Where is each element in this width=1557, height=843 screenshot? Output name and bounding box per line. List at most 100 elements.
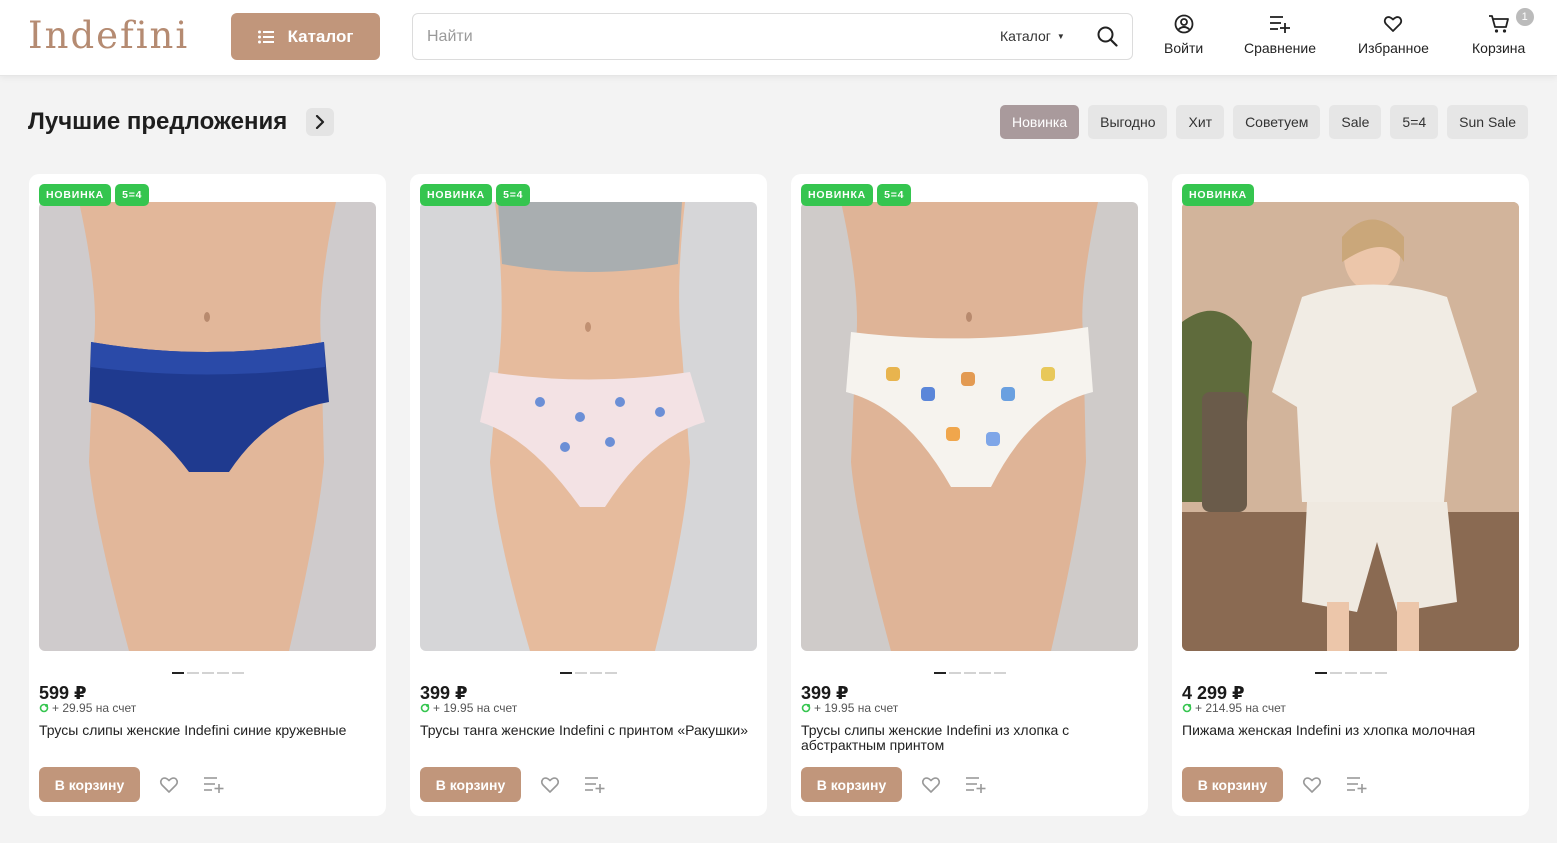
pagination-dot[interactable]	[201, 672, 214, 674]
pagination-dot[interactable]	[575, 672, 587, 674]
product-card[interactable]: НОВИНКА 5=4 599 ₽ + 29.95 на счет Трусы …	[29, 174, 386, 816]
product-title[interactable]: Трусы слипы женские Indefini синие круже…	[39, 723, 379, 738]
bonus-info: + 29.95 на счет	[39, 701, 136, 715]
badge-promo: 5=4	[877, 184, 912, 206]
tab-novinka[interactable]: Новинка	[1000, 105, 1080, 139]
heart-icon[interactable]	[921, 776, 941, 794]
tab-sovetuem[interactable]: Советуем	[1233, 105, 1321, 139]
product-card[interactable]: НОВИНКА 5=4 399 ₽ + 19.95 на счет Трусы …	[791, 174, 1148, 816]
login-action[interactable]: Войти	[1164, 14, 1203, 56]
product-image[interactable]	[1182, 202, 1519, 651]
badge-new: НОВИНКА	[1182, 184, 1255, 206]
heart-icon[interactable]	[159, 776, 179, 794]
pagination-dot[interactable]	[963, 672, 976, 674]
add-to-cart-button[interactable]: В корзину	[420, 767, 521, 802]
pagination-dot[interactable]	[993, 672, 1006, 674]
section-next-button[interactable]	[306, 108, 334, 136]
tab-5-for-4[interactable]: 5=4	[1390, 105, 1439, 139]
add-to-cart-button[interactable]: В корзину	[801, 767, 902, 802]
caret-down-icon: ▼	[1056, 31, 1065, 41]
bonus-info: + 214.95 на счет	[1182, 701, 1286, 715]
compare-icon[interactable]	[1346, 776, 1368, 794]
user-icon	[1174, 14, 1193, 34]
product-title[interactable]: Трусы танга женские Indefini с принтом «…	[420, 723, 760, 738]
logo[interactable]: Indefini	[28, 14, 189, 57]
product-image[interactable]	[39, 202, 376, 651]
bonus-icon	[39, 703, 49, 713]
compare-label: Сравнение	[1244, 40, 1316, 56]
list-icon	[257, 30, 274, 43]
add-to-cart-button[interactable]: В корзину	[1182, 767, 1283, 802]
search-input[interactable]	[427, 14, 987, 59]
add-to-cart-button[interactable]: В корзину	[39, 767, 140, 802]
favorites-label: Избранное	[1358, 40, 1429, 56]
badges: НОВИНКА 5=4	[420, 184, 531, 206]
bonus-text: + 19.95 на счет	[814, 701, 899, 715]
product-image[interactable]	[420, 202, 757, 651]
cart-count-badge: 1	[1515, 8, 1534, 26]
image-pagination	[29, 672, 386, 674]
chevron-right-icon	[315, 115, 325, 129]
product-image[interactable]	[801, 202, 1138, 651]
compare-icon[interactable]	[203, 776, 225, 794]
pagination-dot[interactable]	[948, 672, 961, 674]
pagination-dot[interactable]	[590, 672, 602, 674]
tab-sale[interactable]: Sale	[1329, 105, 1382, 139]
pagination-dot[interactable]	[933, 672, 946, 674]
compare-icon[interactable]	[965, 776, 987, 794]
bonus-icon	[1182, 703, 1192, 713]
bonus-info: + 19.95 на счет	[420, 701, 517, 715]
tab-sun-sale[interactable]: Sun Sale	[1447, 105, 1528, 139]
bonus-text: + 19.95 на счет	[433, 701, 518, 715]
product-title[interactable]: Пижама женская Indefini из хлопка молочн…	[1182, 723, 1522, 738]
pagination-dot[interactable]	[231, 672, 244, 674]
pagination-dot[interactable]	[1329, 672, 1342, 674]
badges: НОВИНКА 5=4	[801, 184, 912, 206]
image-pagination	[410, 672, 767, 674]
badge-new: НОВИНКА	[39, 184, 112, 206]
product-card[interactable]: НОВИНКА 4 299 ₽ + 214.95 на счет Пижама …	[1172, 174, 1529, 816]
compare-action[interactable]: Сравнение	[1244, 14, 1316, 56]
compare-icon[interactable]	[584, 776, 606, 794]
compare-icon	[1269, 16, 1290, 33]
badges: НОВИНКА 5=4	[39, 184, 150, 206]
cart-icon-wrap: 1	[1488, 8, 1534, 34]
search-bar: Каталог ▼	[412, 13, 1133, 60]
site-header: Indefini Каталог Каталог ▼ Войти	[0, 0, 1557, 76]
pagination-dot[interactable]	[605, 672, 617, 674]
bonus-icon	[420, 703, 430, 713]
image-pagination	[1172, 672, 1529, 674]
badge-new: НОВИНКА	[420, 184, 493, 206]
bonus-text: + 29.95 на счет	[52, 701, 137, 715]
search-icon[interactable]	[1097, 26, 1118, 47]
filter-tabs: Новинка Выгодно Хит Советуем Sale 5=4 Su…	[1000, 105, 1528, 139]
heart-icon[interactable]	[540, 776, 560, 794]
cart-action[interactable]: 1 Корзина	[1472, 8, 1534, 56]
pagination-dot[interactable]	[1344, 672, 1357, 674]
favorites-action[interactable]: Избранное	[1358, 14, 1429, 56]
pagination-dot[interactable]	[216, 672, 229, 674]
pagination-dot[interactable]	[978, 672, 991, 674]
pagination-dot[interactable]	[186, 672, 199, 674]
product-title[interactable]: Трусы слипы женские Indefini из хлопка с…	[801, 723, 1141, 753]
tab-hit[interactable]: Хит	[1176, 105, 1225, 139]
pagination-dot[interactable]	[1374, 672, 1387, 674]
cart-icon	[1488, 15, 1509, 33]
product-card[interactable]: НОВИНКА 5=4 399 ₽ + 19.95 на счет Трусы …	[410, 174, 767, 816]
image-pagination	[791, 672, 1148, 674]
pagination-dot[interactable]	[171, 672, 184, 674]
cart-label: Корзина	[1472, 40, 1526, 56]
pagination-dot[interactable]	[560, 672, 572, 674]
search-scope-dropdown[interactable]: Каталог ▼	[1000, 28, 1065, 44]
tab-vygodno[interactable]: Выгодно	[1088, 105, 1168, 139]
badge-promo: 5=4	[115, 184, 150, 206]
section-title: Лучшие предложения	[28, 108, 288, 135]
badge-new: НОВИНКА	[801, 184, 874, 206]
bonus-icon	[801, 703, 811, 713]
pagination-dot[interactable]	[1314, 672, 1327, 674]
pagination-dot[interactable]	[1359, 672, 1372, 674]
heart-icon[interactable]	[1302, 776, 1322, 794]
catalog-button[interactable]: Каталог	[231, 13, 380, 60]
bonus-info: + 19.95 на счет	[801, 701, 898, 715]
badge-promo: 5=4	[496, 184, 531, 206]
